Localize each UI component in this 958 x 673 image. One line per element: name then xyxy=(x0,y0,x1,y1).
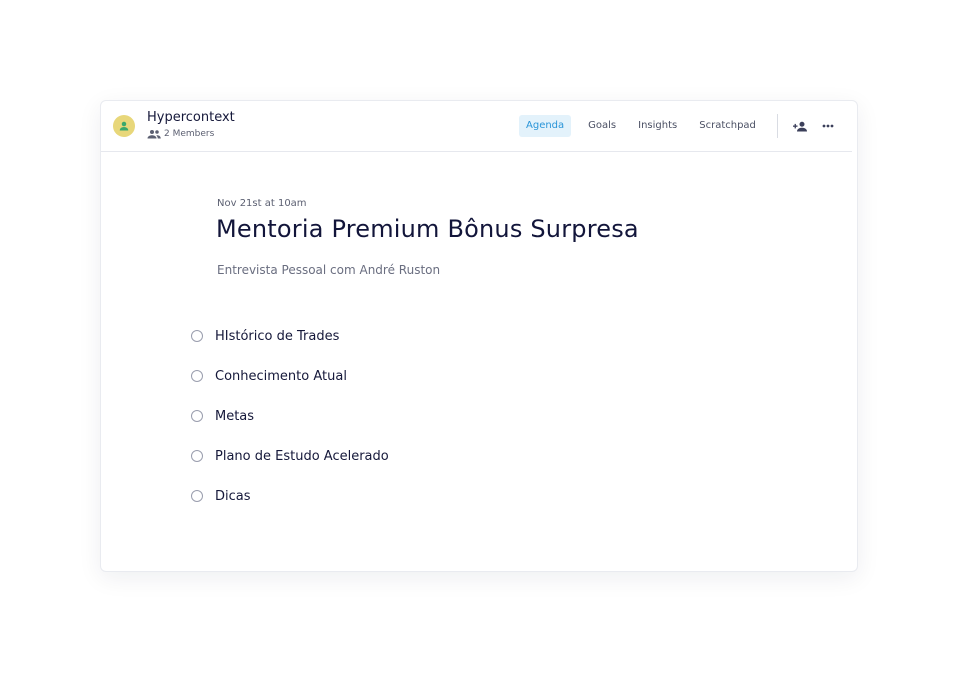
more-button[interactable] xyxy=(819,117,837,135)
agenda-item-label: HIstórico de Trades xyxy=(215,328,340,344)
card-header: Hypercontext 2 Members Agenda Goals Insi… xyxy=(101,101,852,152)
agenda-checkbox[interactable] xyxy=(191,450,203,462)
more-horizontal-icon xyxy=(822,124,834,128)
meeting-card: Hypercontext 2 Members Agenda Goals Insi… xyxy=(100,100,858,572)
agenda-checkbox[interactable] xyxy=(191,370,203,382)
view-tabs: Agenda Goals Insights Scratchpad xyxy=(519,115,763,137)
agenda-item-metas[interactable]: Metas xyxy=(191,396,389,436)
agenda-item-label: Conhecimento Atual xyxy=(215,368,347,384)
agenda-item-label: Dicas xyxy=(215,488,251,504)
members-label: 2 Members xyxy=(164,129,215,139)
add-user-button[interactable] xyxy=(791,117,809,135)
meeting-date: Nov 21st at 10am xyxy=(217,198,307,209)
workspace-name[interactable]: Hypercontext xyxy=(147,110,235,126)
workspace-avatar[interactable] xyxy=(113,115,135,137)
user-icon xyxy=(119,121,129,131)
agenda-item-conhecimento[interactable]: Conhecimento Atual xyxy=(191,356,389,396)
tab-insights[interactable]: Insights xyxy=(631,115,684,137)
group-icon xyxy=(147,130,161,139)
members-count[interactable]: 2 Members xyxy=(147,129,214,139)
tab-agenda[interactable]: Agenda xyxy=(519,115,572,137)
agenda-list: HIstórico de Trades Conhecimento Atual M… xyxy=(191,316,389,516)
agenda-checkbox[interactable] xyxy=(191,410,203,422)
agenda-item-label: Plano de Estudo Acelerado xyxy=(215,448,389,464)
tab-goals[interactable]: Goals xyxy=(581,115,623,137)
agenda-checkbox[interactable] xyxy=(191,330,203,342)
agenda-item-plano[interactable]: Plano de Estudo Acelerado xyxy=(191,436,389,476)
agenda-item-historico[interactable]: HIstórico de Trades xyxy=(191,316,389,356)
meeting-subtitle[interactable]: Entrevista Pessoal com André Ruston xyxy=(217,263,440,277)
meeting-title[interactable]: Mentoria Premium Bônus Surpresa xyxy=(216,215,639,243)
add-user-icon xyxy=(792,121,807,131)
agenda-checkbox[interactable] xyxy=(191,490,203,502)
header-divider xyxy=(777,114,778,138)
agenda-item-label: Metas xyxy=(215,408,255,424)
tab-scratchpad[interactable]: Scratchpad xyxy=(692,115,763,137)
agenda-item-dicas[interactable]: Dicas xyxy=(191,476,389,516)
